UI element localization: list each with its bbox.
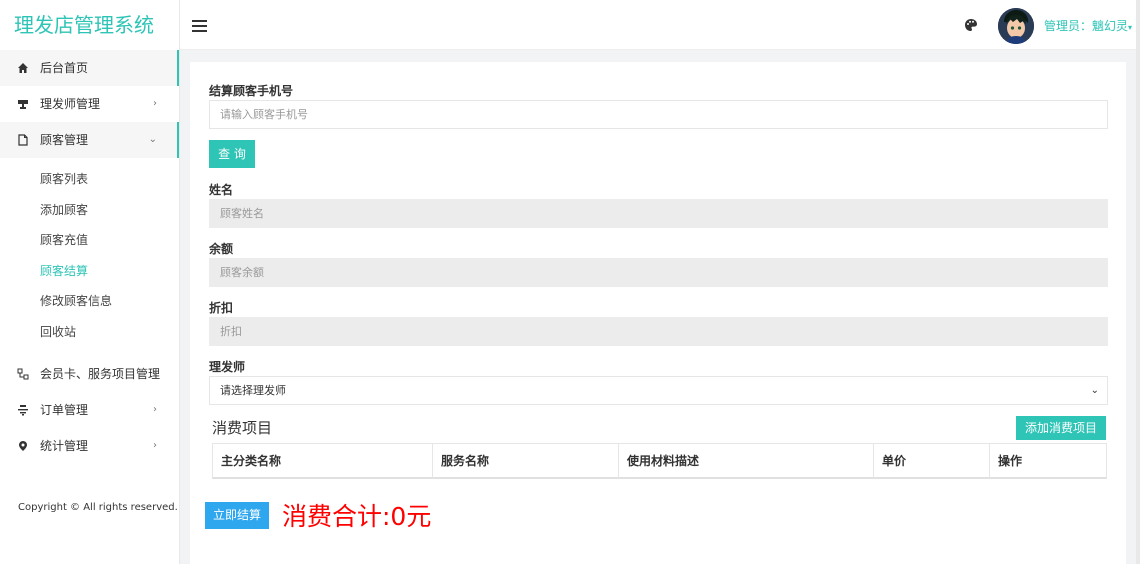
- consumption-table: 主分类名称 服务名称 使用材料描述 单价 操作: [212, 443, 1107, 479]
- barber-select-value: 请选择理发师: [220, 384, 286, 397]
- column-header: 使用材料描述: [619, 444, 874, 478]
- add-consumption-button[interactable]: 添加消费项目: [1016, 416, 1106, 440]
- name-field: 顾客姓名: [209, 199, 1108, 228]
- checkout-panel: 结算顾客手机号 请输入顾客手机号 查 询 姓名 顾客姓名 余额 顾客余额 折扣 …: [190, 62, 1126, 564]
- consumption-title: 消费项目: [212, 419, 273, 437]
- sidebar-item-home[interactable]: 后台首页: [0, 50, 179, 86]
- query-button[interactable]: 查 询: [209, 140, 255, 168]
- barber-label: 理发师: [209, 360, 246, 374]
- chevron-right-icon: ›: [153, 98, 157, 109]
- sidebar-item-customers[interactable]: 顾客管理 ⌄: [0, 122, 179, 158]
- grid-icon: [17, 368, 29, 380]
- avatar[interactable]: [998, 8, 1034, 44]
- phone-label: 结算顾客手机号: [209, 84, 294, 98]
- column-header: 服务名称: [433, 444, 619, 478]
- sidebar-item-label: 订单管理: [40, 402, 89, 417]
- submenu-item-edit-customer[interactable]: 修改顾客信息: [0, 286, 179, 317]
- app-title: 理发店管理系统: [14, 13, 154, 37]
- admin-menu[interactable]: 管理员：魑幻灵▾: [1044, 17, 1132, 34]
- barber-select[interactable]: 请选择理发师 ⌄: [209, 376, 1108, 405]
- sidebar-item-label: 顾客管理: [40, 133, 89, 147]
- column-header: 操作: [998, 454, 1023, 468]
- chevron-right-icon: ›: [153, 367, 157, 379]
- sidebar-item-label: 会员卡、服务项目管理: [40, 366, 161, 381]
- submenu-item-customer-recharge[interactable]: 顾客充值: [0, 225, 179, 256]
- sidebar-item-label: 后台首页: [40, 61, 89, 75]
- person-icon: [17, 98, 29, 110]
- sidebar-item-label: 统计管理: [40, 438, 89, 453]
- document-icon: [17, 134, 29, 146]
- home-icon: [17, 62, 29, 74]
- column-header: 单价: [874, 444, 990, 478]
- phone-input[interactable]: 请输入顾客手机号: [209, 100, 1108, 129]
- customer-submenu: 顾客列表 添加顾客 顾客充值 顾客结算 修改顾客信息 回收站: [0, 158, 179, 356]
- total-amount: 消费合计:0元: [282, 502, 432, 531]
- caret-down-icon: ▾: [1128, 23, 1133, 32]
- sidebar-item-statistics[interactable]: 统计管理 ›: [0, 428, 179, 464]
- submenu-item-customer-checkout[interactable]: 顾客结算: [0, 256, 179, 287]
- checkout-button[interactable]: 立即结算: [205, 502, 269, 529]
- scrollbar[interactable]: [1136, 0, 1140, 564]
- chevron-down-icon: ⌄: [1090, 385, 1099, 396]
- menu-toggle-icon[interactable]: [192, 20, 207, 35]
- discount-field: 折扣: [209, 317, 1108, 346]
- chevron-right-icon: ›: [153, 439, 157, 451]
- chevron-down-icon: ⌄: [148, 134, 157, 145]
- discount-label: 折扣: [209, 301, 234, 315]
- submenu-item-recycle-bin[interactable]: 回收站: [0, 317, 179, 348]
- column-header: 主分类名称: [213, 444, 433, 478]
- topbar: 管理员：魑幻灵▾: [180, 0, 1140, 50]
- palette-icon[interactable]: [964, 18, 978, 32]
- admin-label: 管理员：魑幻灵: [1044, 19, 1129, 33]
- chevron-right-icon: ›: [153, 403, 157, 415]
- location-icon: [17, 440, 29, 452]
- submenu-item-customer-list[interactable]: 顾客列表: [0, 164, 179, 195]
- sidebar-item-orders[interactable]: 订单管理 ›: [0, 392, 179, 428]
- copyright-text: Copyright © All rights reserved.: [18, 502, 178, 513]
- name-label: 姓名: [209, 183, 234, 197]
- balance-label: 余额: [209, 242, 234, 256]
- sidebar-item-membership-services[interactable]: 会员卡、服务项目管理 ›: [0, 356, 179, 392]
- balance-field: 顾客余额: [209, 258, 1108, 287]
- sidebar: 理发店管理系统 后台首页 理发师管理 › 顾客管理 ⌄ 顾客列表 添加顾客 顾客…: [0, 0, 180, 564]
- sidebar-item-barbers[interactable]: 理发师管理 ›: [0, 86, 179, 122]
- sidebar-item-label: 理发师管理: [40, 97, 101, 111]
- list-icon: [17, 404, 29, 416]
- submenu-item-add-customer[interactable]: 添加顾客: [0, 195, 179, 226]
